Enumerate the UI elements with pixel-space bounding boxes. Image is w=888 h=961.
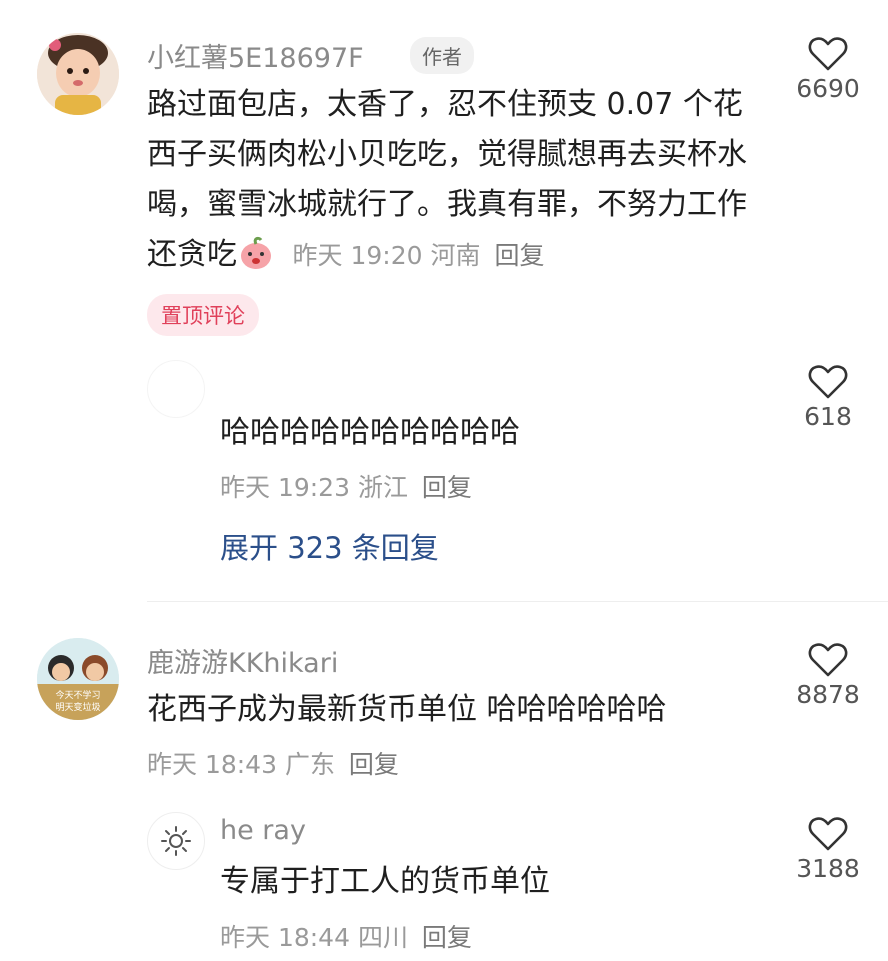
reply-location: 四川: [357, 923, 408, 952]
peach-emoji-sticker-icon: [241, 236, 271, 269]
like-count: 3188: [796, 854, 860, 883]
comment-divider: [147, 601, 888, 602]
reply-meta: 昨天 18:44 四川 回复: [220, 918, 472, 954]
heart-icon: [808, 643, 848, 677]
reply-button[interactable]: 回复: [422, 923, 472, 952]
comment-text: 路过面包店，太香了，忍不住预支 0.07 个花西子买俩肉松小贝吃吃，觉得腻想再去…: [147, 80, 772, 281]
avatar-caption-1: 今天不学习: [55, 689, 100, 701]
pinned-comment-badge: 置顶评论: [147, 294, 259, 336]
author-badge: 作者: [410, 37, 474, 74]
like-button[interactable]: 8878: [788, 642, 868, 709]
reply-button[interactable]: 回复: [494, 241, 544, 270]
reply-author-name[interactable]: he ray: [220, 815, 306, 846]
expand-replies-link[interactable]: 展开 323 条回复: [220, 525, 439, 567]
avatar-caption-2: 明天变垃圾: [55, 701, 100, 713]
avatar-user-2[interactable]: 今天不学习 明天变垃圾: [37, 638, 119, 720]
avatar-reply-1[interactable]: [147, 360, 205, 418]
reply-location: 浙江: [357, 473, 408, 502]
child-photo-icon: [37, 33, 119, 115]
reply-button[interactable]: 回复: [349, 750, 399, 779]
like-button[interactable]: 6690: [788, 36, 868, 103]
like-count: 6690: [796, 74, 860, 103]
comment-text: 花西子成为最新货币单位 哈哈哈哈哈哈: [147, 692, 667, 727]
reply-text: 专属于打工人的货币单位: [220, 864, 550, 899]
avatar-reply-2[interactable]: [147, 812, 205, 870]
comment-author-name[interactable]: 小红薯5E18697F: [147, 36, 364, 75]
comment-location: 河南: [430, 241, 481, 270]
reply-text: 哈哈哈哈哈哈哈哈哈哈: [220, 415, 520, 450]
like-button[interactable]: 618: [788, 364, 868, 431]
heart-icon: [808, 817, 848, 851]
like-count: 8878: [796, 680, 860, 709]
reply-time: 昨天 18:44: [220, 923, 350, 952]
like-count: 618: [804, 402, 852, 431]
avatar-user-1[interactable]: [37, 33, 119, 115]
comment-meta: 昨天 18:43 广东 回复: [147, 745, 399, 781]
like-button[interactable]: 3188: [788, 816, 868, 883]
comment-author-name[interactable]: 鹿游游KKhikari: [147, 641, 338, 680]
reply-meta: 昨天 19:23 浙江 回复: [220, 468, 472, 504]
reply-button[interactable]: 回复: [422, 473, 472, 502]
heart-icon: [808, 365, 848, 399]
sun-icon: [161, 826, 191, 856]
heart-icon: [808, 37, 848, 71]
cartoon-avatar-icon: 今天不学习 明天变垃圾: [37, 638, 119, 720]
comment-location: 广东: [284, 750, 335, 779]
comment-time: 昨天 19:20: [292, 241, 423, 270]
comment-time: 昨天 18:43: [147, 750, 277, 779]
reply-time: 昨天 19:23: [220, 473, 350, 502]
